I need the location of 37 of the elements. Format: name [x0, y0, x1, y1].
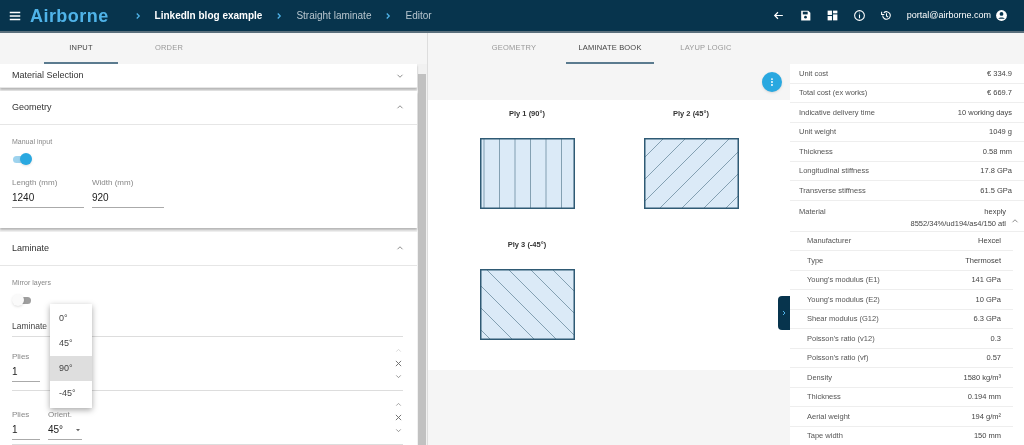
- section-title: Material Selection: [12, 68, 84, 82]
- breadcrumb-link[interactable]: Straight laminate: [296, 8, 372, 23]
- section-title: Laminate: [12, 241, 50, 255]
- close-icon[interactable]: [394, 413, 403, 422]
- panel-toggle-button[interactable]: [778, 296, 790, 330]
- section-title: Geometry: [12, 100, 52, 114]
- menu-item[interactable]: 90°: [50, 356, 92, 381]
- input-field[interactable]: 1: [12, 361, 40, 382]
- move-down-icon[interactable]: [394, 426, 403, 435]
- close-icon[interactable]: [394, 359, 403, 368]
- scrollbar[interactable]: [417, 64, 427, 445]
- field-label: Width (mm): [92, 179, 135, 188]
- field-label: Length (mm): [12, 179, 59, 188]
- breadcrumb-link[interactable]: Editor: [405, 8, 432, 23]
- toggle-switch[interactable]: [12, 294, 32, 307]
- orientation-dropdown[interactable]: 45°: [48, 419, 82, 440]
- app-logo[interactable]: Airborne: [30, 6, 109, 25]
- input-field[interactable]: 920: [92, 187, 164, 209]
- more-options-button[interactable]: [762, 72, 782, 92]
- breadcrumb-link[interactable]: LinkedIn blog example: [154, 8, 263, 23]
- user-email[interactable]: portal@airborne.com: [906, 8, 991, 23]
- chevron-icon: [780, 309, 788, 317]
- input-field[interactable]: 1: [12, 419, 40, 440]
- dashboard-icon[interactable]: [825, 9, 839, 22]
- move-down-icon[interactable]: [394, 372, 403, 381]
- field-label: Plies: [12, 353, 31, 361]
- field-label: Plies: [12, 411, 31, 419]
- account-icon[interactable]: [995, 9, 1008, 22]
- info-icon[interactable]: [852, 9, 866, 22]
- toggle-switch[interactable]: [12, 153, 32, 166]
- save-icon[interactable]: [798, 9, 812, 22]
- back-arrow-icon[interactable]: [771, 9, 785, 22]
- field-label: Orient.: [48, 411, 73, 419]
- history-icon[interactable]: [879, 9, 893, 22]
- input-field[interactable]: 1240: [12, 187, 84, 209]
- move-up-icon[interactable]: [394, 400, 403, 409]
- menu-item[interactable]: -45°: [50, 381, 92, 406]
